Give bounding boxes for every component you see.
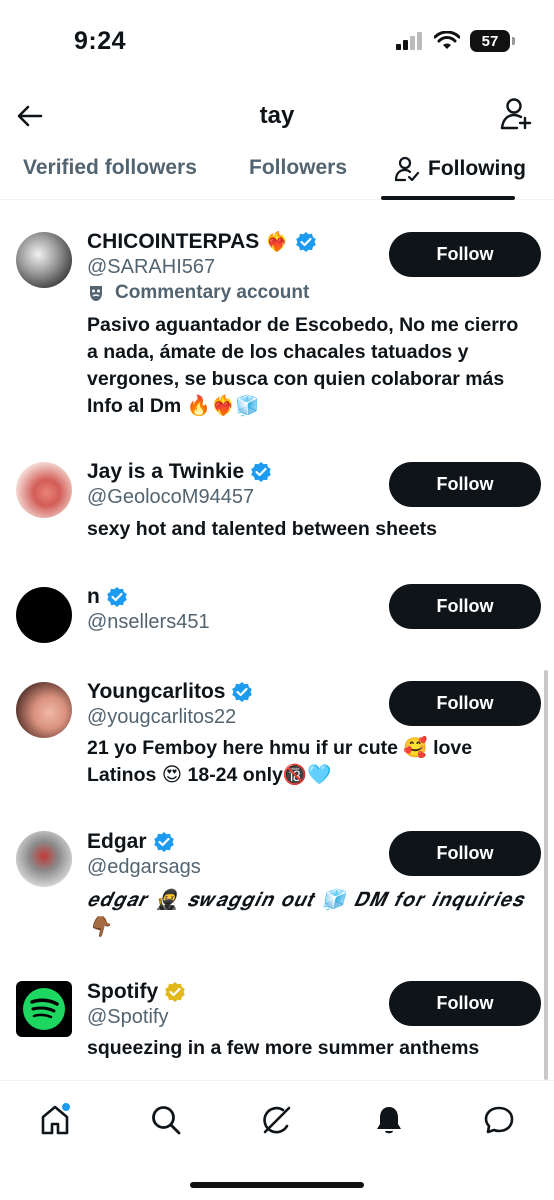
user-name: Edgar	[87, 830, 147, 853]
nav-messages[interactable]	[482, 1103, 516, 1137]
tab-label: Followers	[249, 156, 348, 179]
verified-badge-icon	[107, 587, 127, 607]
user-handle: @SARAHI567	[87, 256, 216, 278]
user-bio: sexy hot and talented between sheets	[87, 518, 438, 540]
status-time: 9:24	[74, 27, 127, 55]
follow-button[interactable]: Follow	[389, 681, 541, 726]
user-handle: @GeolocoM94457	[87, 486, 255, 508]
verified-badge-icon	[296, 232, 316, 252]
user-bio: 21 yo Femboy here hmu if ur cute 🥰 love …	[87, 737, 473, 786]
status-icons: 57	[396, 30, 515, 52]
user-name-line: Spotify	[87, 980, 186, 1004]
name-emoji: ❤️‍🔥	[265, 232, 289, 253]
theater-mask-icon	[90, 286, 102, 301]
avatar[interactable]	[16, 831, 72, 887]
user-name-line: Edgar	[87, 830, 175, 854]
user-name: Jay is a Twinkie	[87, 460, 245, 483]
follow-button[interactable]: Follow	[389, 584, 541, 629]
follow-button[interactable]: Follow	[389, 981, 541, 1026]
add-user-button[interactable]	[498, 96, 534, 132]
nav-search[interactable]	[149, 1103, 183, 1137]
avatar[interactable]	[16, 587, 72, 643]
user-name-line: Jay is a Twinkie	[87, 460, 272, 484]
chat-icon	[484, 1106, 514, 1134]
user-handle: @edgarsags	[87, 856, 201, 878]
tab-bar: Verified followers Followers Following	[0, 146, 554, 200]
signal-icon	[396, 32, 422, 50]
follow-button[interactable]: Follow	[389, 232, 541, 277]
user-name: CHICOINTERPAS	[87, 230, 260, 253]
home-icon	[41, 1103, 70, 1135]
wifi-icon	[434, 31, 460, 49]
user-bio: 𝒆𝒅𝒈𝒂𝒓 🥷 𝒔𝒘𝒂𝒈𝒈𝒊𝒏 𝒐𝒖𝒕 🧊 𝑫𝑴 𝒇𝒐𝒓 𝒊𝒏𝒒𝒖𝒊𝒓𝒊𝒆𝒔 👇…	[87, 888, 524, 938]
avatar[interactable]	[16, 462, 72, 518]
add-user-icon	[500, 98, 532, 130]
grok-icon	[263, 1106, 291, 1134]
verified-badge-icon	[153, 832, 174, 852]
header: tay	[0, 88, 554, 144]
active-tab-indicator	[381, 196, 515, 200]
battery-indicator: 57	[470, 30, 515, 52]
bottom-nav	[0, 1080, 554, 1200]
user-handle: @yougcarlitos22	[87, 706, 237, 728]
user-name-line: Youngcarlitos	[87, 680, 253, 704]
avatar[interactable]	[16, 682, 72, 738]
user-bio: squeezing in a few more summer anthems	[87, 1037, 480, 1059]
nav-home[interactable]	[38, 1103, 72, 1137]
tab-label: Following	[428, 157, 526, 180]
account-label-text: Commentary account	[115, 282, 310, 303]
page-title: tay	[259, 102, 295, 129]
verified-badge-icon	[251, 462, 272, 482]
avatar[interactable]	[16, 981, 72, 1037]
user-name-line: n	[87, 585, 128, 609]
user-handle: @nsellers451	[87, 611, 210, 633]
spotify-logo-icon	[23, 988, 65, 1030]
verified-badge-icon	[232, 682, 253, 702]
bell-icon	[377, 1107, 401, 1134]
user-name: Youngcarlitos	[87, 680, 226, 703]
user-name-line: CHICOINTERPAS ❤️‍🔥	[87, 230, 317, 254]
user-name: n	[87, 585, 100, 608]
nav-notifications[interactable]	[372, 1103, 406, 1137]
tab-following[interactable]: Following	[394, 156, 526, 182]
user-handle: @Spotify	[87, 1006, 169, 1028]
user-name: Spotify	[87, 980, 159, 1003]
tab-verified-followers[interactable]: Verified followers	[23, 156, 197, 180]
tab-followers[interactable]: Followers	[249, 156, 347, 180]
scrollbar[interactable]	[544, 670, 548, 1080]
user-bio: Pasivo aguantador de Escobedo, No me cie…	[87, 314, 519, 417]
home-indicator	[190, 1182, 364, 1188]
nav-grok[interactable]	[260, 1103, 294, 1137]
verified-gold-badge-icon	[165, 982, 185, 1002]
person-check-icon	[394, 156, 420, 182]
status-bar: 9:24 57	[0, 0, 554, 80]
follow-button[interactable]: Follow	[389, 831, 541, 876]
account-label: Commentary account	[87, 282, 309, 304]
search-icon	[152, 1106, 181, 1135]
tab-label: Verified followers	[23, 156, 197, 179]
follow-button[interactable]: Follow	[389, 462, 541, 507]
avatar[interactable]	[16, 232, 72, 288]
